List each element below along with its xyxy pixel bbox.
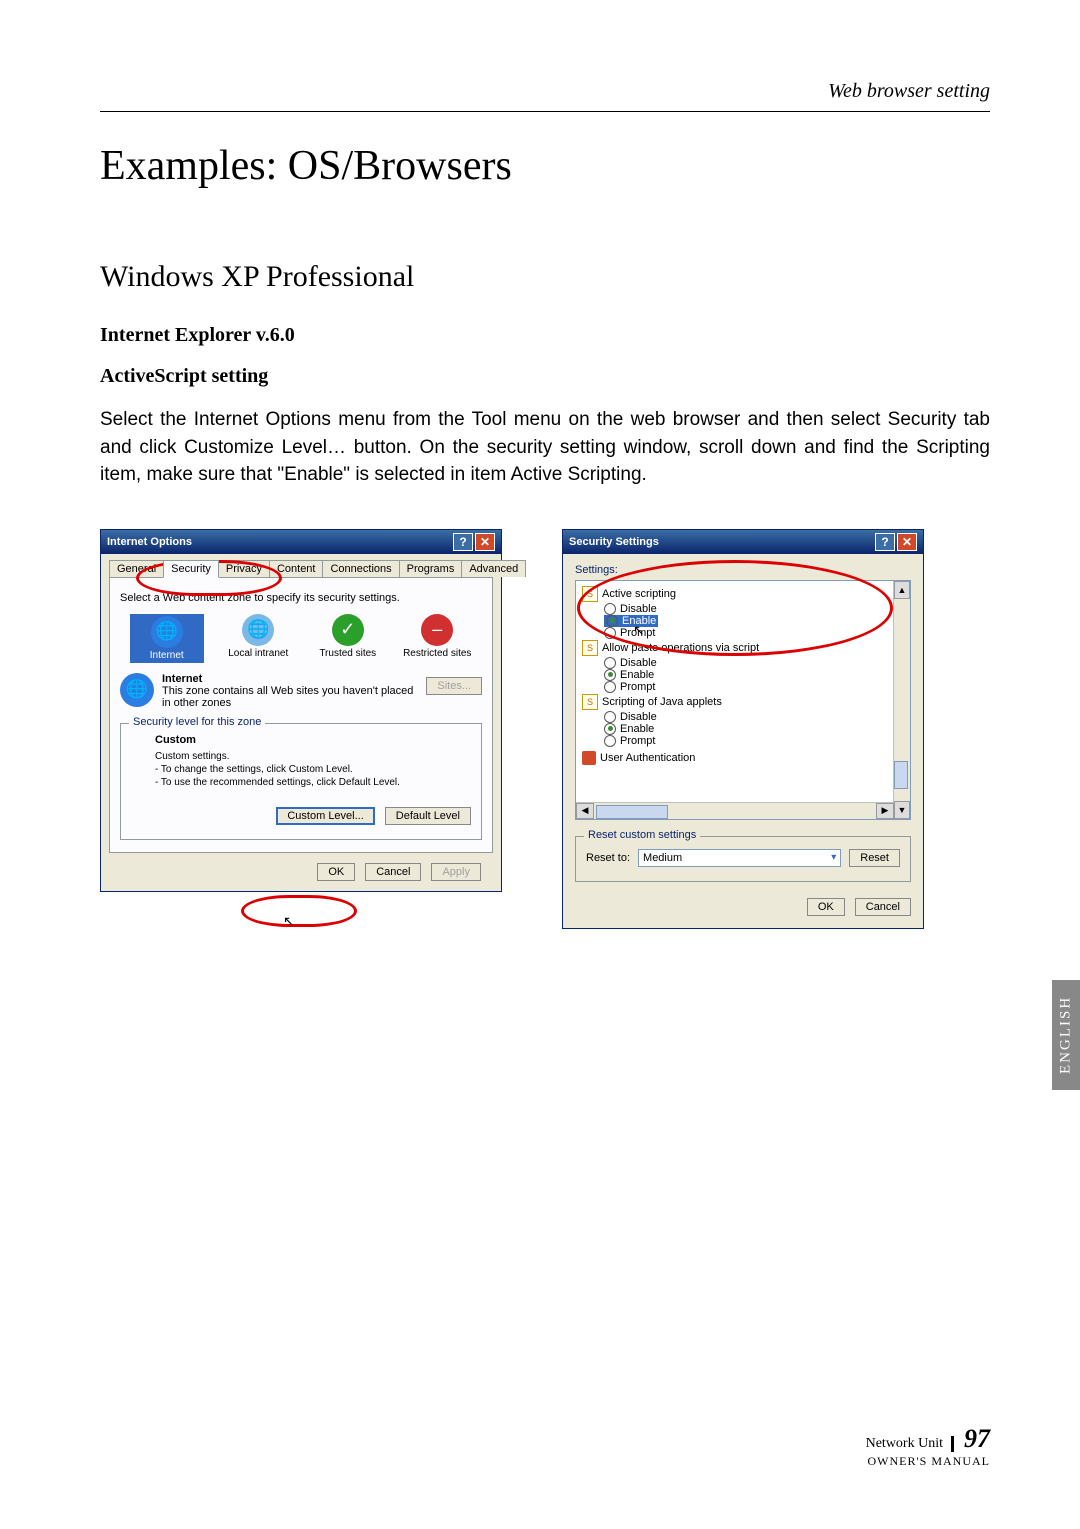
minus-icon: – (421, 614, 453, 646)
item-java-applets: Scripting of Java applets (602, 696, 722, 708)
footer-unit: Network Unit (866, 1436, 954, 1452)
screenshots-row: Internet Options ? ✕ General Security Pr… (100, 529, 990, 929)
level-name: Custom (155, 734, 471, 746)
cursor-icon: ↖ (283, 913, 295, 930)
cursor-icon: ↖ (633, 622, 645, 639)
annotation-circle (241, 895, 357, 927)
zone-internet[interactable]: 🌐Internet (130, 614, 204, 663)
cancel-button[interactable]: Cancel (365, 863, 421, 881)
zone-instruction: Select a Web content zone to specify its… (120, 592, 482, 604)
zone-trusted-sites[interactable]: ✓Trusted sites (313, 614, 383, 663)
setting-heading: ActiveScript setting (100, 365, 990, 388)
globe-icon: 🌐 (151, 616, 183, 648)
scroll-right-icon[interactable]: ▶ (876, 803, 894, 819)
tab-privacy[interactable]: Privacy (218, 560, 270, 577)
reset-to-label: Reset to: (586, 852, 630, 864)
internet-options-dialog: Internet Options ? ✕ General Security Pr… (100, 529, 502, 892)
vertical-scrollbar[interactable]: ▲ ▼ (893, 581, 910, 819)
zone-description: This zone contains all Web sites you hav… (162, 685, 413, 709)
scroll-up-icon[interactable]: ▲ (894, 581, 910, 599)
chevron-down-icon: ▾ (831, 852, 836, 863)
os-subtitle: Windows XP Professional (100, 260, 990, 294)
zone-local-intranet[interactable]: 🌐Local intranet (223, 614, 293, 663)
scroll-thumb[interactable] (596, 805, 668, 819)
io-tabs: General Security Privacy Content Connect… (109, 560, 493, 578)
item-user-auth: User Authentication (600, 752, 695, 764)
script-icon: S (582, 640, 598, 656)
tab-security[interactable]: Security (163, 560, 219, 578)
level-line1: - To change the settings, click Custom L… (155, 763, 471, 776)
horizontal-scrollbar[interactable]: ◀ ▶ (576, 802, 894, 819)
page-title: Examples: OS/Browsers (100, 142, 990, 190)
security-level-legend: Security level for this zone (129, 716, 265, 728)
security-settings-dialog: Security Settings ? ✕ Settings: S Active … (562, 529, 924, 929)
page-number: 97 (964, 1424, 990, 1454)
item-active-scripting: Active scripting (602, 588, 676, 600)
sites-button[interactable]: Sites... (426, 677, 482, 695)
tab-programs[interactable]: Programs (399, 560, 463, 577)
ss-title: Security Settings (569, 536, 659, 548)
globe-icon: 🌐 (120, 673, 154, 707)
item-allow-paste: Allow paste operations via script (602, 642, 759, 654)
ok-button[interactable]: OK (317, 863, 355, 881)
settings-label: Settings: (575, 564, 911, 576)
radio-disable[interactable]: Disable (604, 657, 908, 669)
radio-enable[interactable]: Enable (604, 615, 658, 627)
settings-tree[interactable]: SActive scripting Disable Enable Prompt … (575, 580, 911, 820)
intranet-icon: 🌐 (242, 614, 274, 646)
script-icon: S (582, 694, 598, 710)
cancel-button[interactable]: Cancel (855, 898, 911, 916)
tab-general[interactable]: General (109, 560, 164, 577)
zone-restricted-sites[interactable]: –Restricted sites (402, 614, 472, 663)
scroll-left-icon[interactable]: ◀ (576, 803, 594, 819)
radio-enable[interactable]: Enable (604, 723, 908, 735)
radio-disable[interactable]: Disable (604, 603, 908, 615)
scroll-thumb[interactable] (894, 761, 908, 789)
custom-level-button[interactable]: Custom Level... (276, 807, 374, 825)
zone-name: Internet (162, 673, 418, 685)
radio-disable[interactable]: Disable (604, 711, 908, 723)
io-title: Internet Options (107, 536, 192, 548)
scroll-down-icon[interactable]: ▼ (894, 801, 910, 819)
language-tab: ENGLISH (1052, 980, 1080, 1090)
instruction-paragraph: Select the Internet Options menu from th… (100, 406, 990, 489)
radio-prompt[interactable]: Prompt (604, 681, 908, 693)
reset-button[interactable]: Reset (849, 849, 900, 867)
check-icon: ✓ (332, 614, 364, 646)
footer-manual: OWNER'S MANUAL (866, 1454, 990, 1469)
running-header: Web browser setting (100, 80, 990, 112)
tab-content[interactable]: Content (269, 560, 324, 577)
reset-legend: Reset custom settings (584, 829, 700, 841)
tab-connections[interactable]: Connections (322, 560, 399, 577)
ok-button[interactable]: OK (807, 898, 845, 916)
radio-prompt[interactable]: Prompt (604, 627, 908, 639)
close-icon[interactable]: ✕ (897, 533, 917, 551)
close-icon[interactable]: ✕ (475, 533, 495, 551)
apply-button[interactable]: Apply (431, 863, 481, 881)
radio-prompt[interactable]: Prompt (604, 735, 908, 747)
radio-enable[interactable]: Enable (604, 669, 908, 681)
tab-advanced[interactable]: Advanced (461, 560, 526, 577)
browser-heading: Internet Explorer v.6.0 (100, 324, 990, 347)
user-auth-icon (582, 751, 596, 765)
help-icon[interactable]: ? (453, 533, 473, 551)
default-level-button[interactable]: Default Level (385, 807, 471, 825)
page-footer: Network Unit 97 OWNER'S MANUAL (866, 1424, 990, 1469)
reset-level-select[interactable]: Medium ▾ (638, 849, 841, 867)
level-sub: Custom settings. (155, 750, 471, 763)
help-icon[interactable]: ? (875, 533, 895, 551)
level-line2: - To use the recommended settings, click… (155, 776, 471, 789)
script-icon: S (582, 586, 598, 602)
